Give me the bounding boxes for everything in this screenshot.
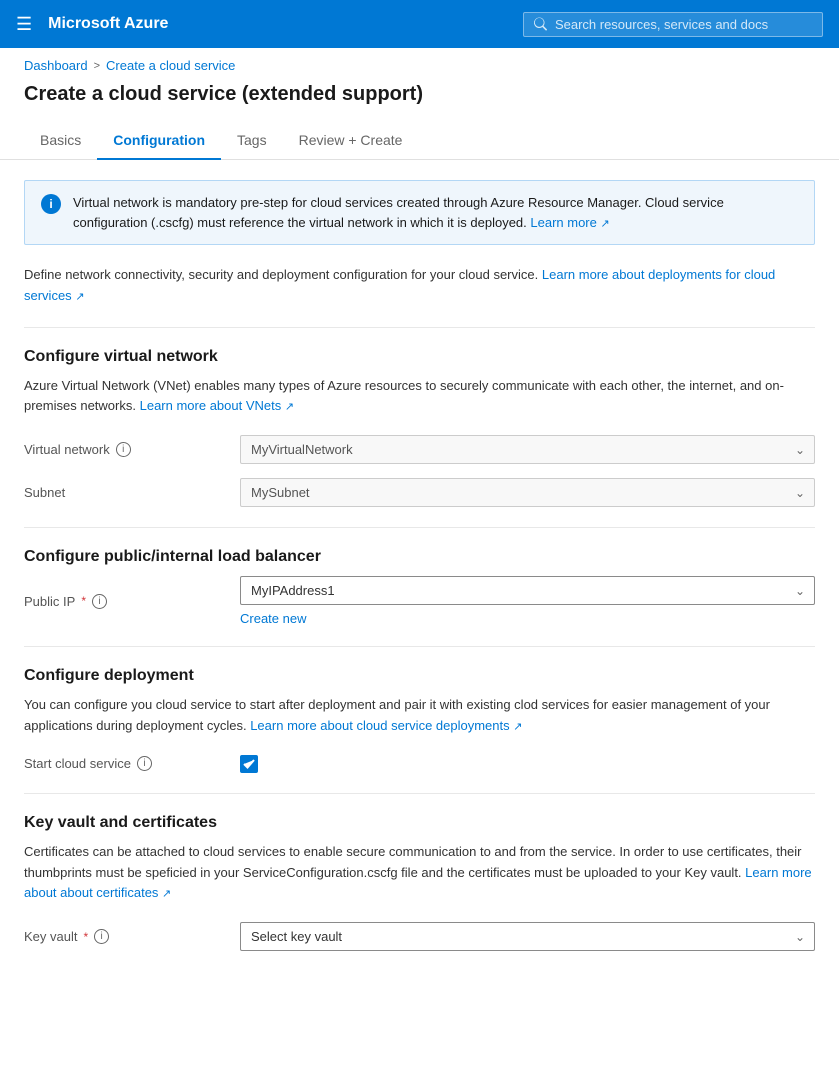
divider-4 — [24, 793, 815, 794]
public-ip-label: Public IP * i — [24, 594, 224, 609]
divider-2 — [24, 527, 815, 528]
info-banner-text: Virtual network is mandatory pre-step fo… — [73, 193, 798, 232]
public-ip-select[interactable]: MyIPAddress1 — [240, 576, 815, 605]
info-banner-icon: i — [41, 194, 61, 214]
subnet-label: Subnet — [24, 485, 224, 500]
keyvault-section-heading: Key vault and certificates — [24, 814, 815, 832]
start-cloud-service-checkbox[interactable] — [240, 755, 258, 773]
create-new-link[interactable]: Create new — [240, 611, 815, 626]
deployment-section-subtext: You can configure you cloud service to s… — [24, 695, 815, 737]
breadcrumb-current[interactable]: Create a cloud service — [106, 58, 235, 73]
key-vault-required-indicator: * — [83, 930, 88, 944]
deployment-section-heading: Configure deployment — [24, 667, 815, 685]
info-banner: i Virtual network is mandatory pre-step … — [24, 180, 815, 245]
virtual-network-info-icon[interactable]: i — [116, 442, 131, 457]
deployment-learn-more-link[interactable]: Learn more about cloud service deploymen… — [250, 718, 522, 733]
search-input[interactable] — [555, 17, 812, 32]
checkmark-icon — [243, 758, 255, 770]
key-vault-dropdown-wrapper: Select key vault ⌄ — [240, 922, 815, 951]
search-icon — [534, 17, 547, 31]
tab-tags[interactable]: Tags — [221, 122, 283, 160]
virtual-network-row: Virtual network i MyVirtualNetwork ⌄ — [24, 435, 815, 464]
key-vault-label: Key vault * i — [24, 929, 224, 944]
hamburger-menu-icon[interactable]: ☰ — [16, 14, 32, 35]
brand-logo: Microsoft Azure — [48, 15, 507, 33]
virtual-network-dropdown-wrapper: MyVirtualNetwork ⌄ — [240, 435, 815, 464]
subnet-control: MySubnet ⌄ — [240, 478, 815, 507]
top-navigation: ☰ Microsoft Azure — [0, 0, 839, 48]
public-ip-control: MyIPAddress1 ⌄ Create new — [240, 576, 815, 626]
search-bar[interactable] — [523, 12, 823, 37]
start-cloud-service-label: Start cloud service i — [24, 756, 224, 771]
public-ip-dropdown-wrapper: MyIPAddress1 ⌄ — [240, 576, 815, 605]
section-description: Define network connectivity, security an… — [24, 265, 815, 307]
main-content: i Virtual network is mandatory pre-step … — [0, 160, 839, 985]
vnet-section-heading: Configure virtual network — [24, 348, 815, 366]
start-cloud-service-checkbox-wrapper[interactable] — [240, 755, 258, 773]
virtual-network-select[interactable]: MyVirtualNetwork — [240, 435, 815, 464]
key-vault-row: Key vault * i Select key vault ⌄ — [24, 922, 815, 951]
lb-section-heading: Configure public/internal load balancer — [24, 548, 815, 566]
breadcrumb-separator: > — [94, 60, 100, 72]
tab-basics[interactable]: Basics — [24, 122, 97, 160]
vnet-learn-more-link[interactable]: Learn more about VNets ↗ — [140, 398, 294, 413]
tab-review-create[interactable]: Review + Create — [283, 122, 419, 160]
virtual-network-control: MyVirtualNetwork ⌄ — [240, 435, 815, 464]
key-vault-select[interactable]: Select key vault — [240, 922, 815, 951]
divider-3 — [24, 646, 815, 647]
virtual-network-label: Virtual network i — [24, 442, 224, 457]
info-banner-learn-more-link[interactable]: Learn more ↗ — [530, 215, 609, 230]
divider-1 — [24, 327, 815, 328]
start-cloud-service-info-icon[interactable]: i — [137, 756, 152, 771]
subnet-dropdown-wrapper: MySubnet ⌄ — [240, 478, 815, 507]
keyvault-section-subtext: Certificates can be attached to cloud se… — [24, 842, 815, 904]
breadcrumb-home[interactable]: Dashboard — [24, 58, 88, 73]
public-ip-info-icon[interactable]: i — [92, 594, 107, 609]
tab-configuration[interactable]: Configuration — [97, 122, 221, 160]
key-vault-control: Select key vault ⌄ — [240, 922, 815, 951]
vnet-section-subtext: Azure Virtual Network (VNet) enables man… — [24, 376, 815, 418]
start-cloud-service-row: Start cloud service i — [24, 755, 815, 773]
page-title: Create a cloud service (extended support… — [0, 79, 839, 122]
tabs-bar: Basics Configuration Tags Review + Creat… — [0, 122, 839, 160]
create-new-anchor[interactable]: Create new — [240, 611, 306, 626]
subnet-row: Subnet MySubnet ⌄ — [24, 478, 815, 507]
subnet-select[interactable]: MySubnet — [240, 478, 815, 507]
public-ip-required-indicator: * — [81, 594, 86, 608]
public-ip-row: Public IP * i MyIPAddress1 ⌄ Create new — [24, 576, 815, 626]
breadcrumb: Dashboard > Create a cloud service — [0, 48, 839, 79]
key-vault-info-icon[interactable]: i — [94, 929, 109, 944]
